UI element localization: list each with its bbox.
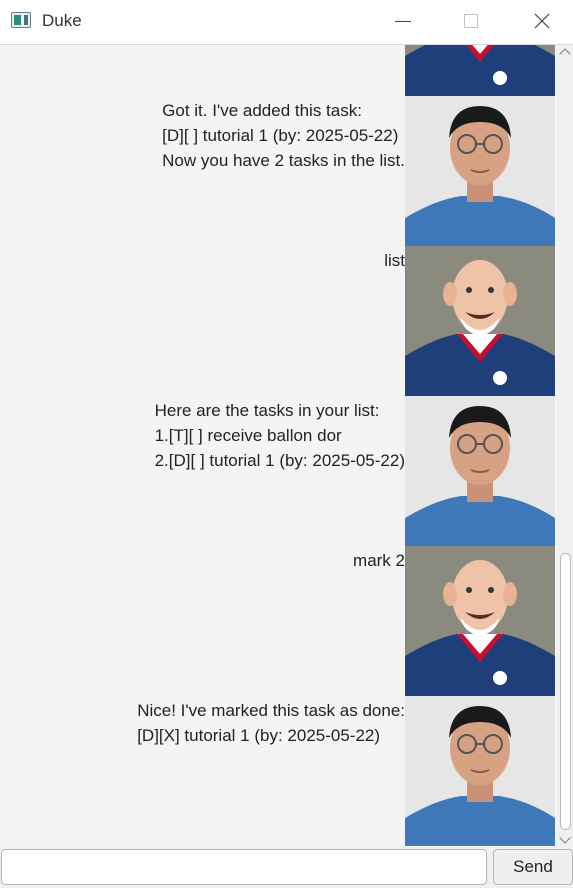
maximize-button[interactable]	[448, 0, 494, 44]
window-title: Duke	[42, 11, 82, 30]
user-avatar	[405, 246, 555, 396]
user-avatar	[405, 546, 555, 696]
dialog-text: Here are the tasks in your list: 1.[T][ …	[154, 401, 405, 470]
dialog-text: mark 2	[353, 551, 405, 570]
app-window-icon	[11, 12, 31, 28]
duke-avatar	[405, 396, 555, 546]
dialog-text: list	[384, 251, 405, 270]
dialog-text: Got it. I've added this task: [D][ ] tut…	[162, 101, 405, 170]
duke-avatar	[405, 696, 555, 846]
duke-avatar	[405, 45, 555, 96]
dialog-container[interactable]: Got it. I've added this task: [D][ ] tut…	[0, 45, 557, 847]
scroll-down-arrow-icon[interactable]	[557, 833, 573, 847]
title-bar: Duke	[0, 0, 573, 45]
vertical-scrollbar[interactable]	[557, 45, 573, 847]
dialog-text: Nice! I've marked this task as done: [D]…	[137, 701, 405, 745]
minimize-button[interactable]	[380, 0, 426, 44]
scroll-up-arrow-icon[interactable]	[557, 45, 573, 59]
user-input-field[interactable]	[1, 849, 487, 885]
duke-avatar	[405, 96, 555, 246]
close-icon	[534, 13, 550, 29]
send-button[interactable]: Send	[493, 849, 573, 885]
scrollbar-thumb[interactable]	[560, 553, 571, 830]
close-button[interactable]	[519, 0, 565, 44]
input-bar: Send	[0, 847, 573, 888]
